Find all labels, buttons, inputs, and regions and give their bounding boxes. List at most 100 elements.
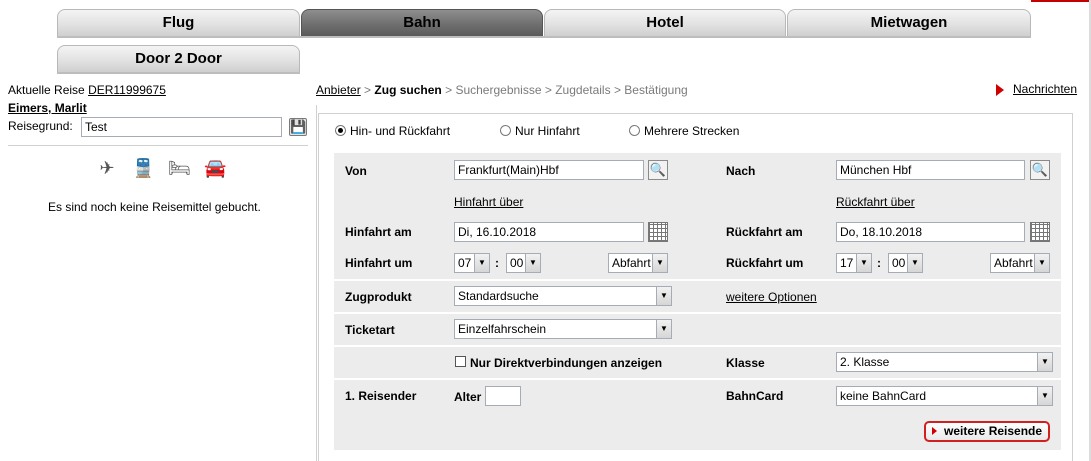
breadcrumb-separator: > bbox=[613, 83, 621, 97]
outbound-hour-select[interactable]: 07 ▼ bbox=[454, 253, 490, 273]
return-time-label: Rückfahrt um bbox=[726, 256, 804, 270]
return-minute-value: 00 bbox=[892, 256, 906, 270]
radio-multi-label: Mehrere Strecken bbox=[644, 124, 740, 138]
chevron-down-icon[interactable]: ▼ bbox=[1037, 353, 1052, 371]
chevron-down-icon[interactable]: ▼ bbox=[656, 320, 671, 338]
chevron-down-icon[interactable]: ▼ bbox=[652, 254, 667, 272]
return-calendar-icon[interactable] bbox=[1030, 222, 1050, 242]
bahncard-label: BahnCard bbox=[726, 389, 784, 403]
more-travelers-button[interactable]: weitere Reisende bbox=[924, 421, 1050, 442]
ticket-select[interactable]: Einzelfahrschein ▼ bbox=[454, 319, 672, 339]
breadcrumb-anbieter[interactable]: Anbieter bbox=[316, 83, 361, 97]
outbound-minute-select[interactable]: 00 ▼ bbox=[506, 253, 541, 273]
tab-flug[interactable]: Flug bbox=[57, 9, 300, 36]
product-section bbox=[334, 281, 1061, 312]
trip-type-multi[interactable]: Mehrere Strecken bbox=[629, 124, 739, 138]
current-trip-id-link[interactable]: DER11999675 bbox=[88, 83, 166, 97]
radio-roundtrip-label: Hin- und Rückfahrt bbox=[350, 124, 451, 138]
top-accent-line bbox=[1031, 0, 1091, 2]
radio-roundtrip[interactable] bbox=[335, 125, 346, 136]
save-icon[interactable]: 💾 bbox=[289, 118, 307, 136]
to-label: Nach bbox=[726, 164, 756, 178]
current-trip-label: Aktuelle Reise bbox=[8, 83, 85, 97]
reason-input[interactable]: Test bbox=[81, 117, 282, 137]
more-options-link[interactable]: weitere Optionen bbox=[726, 290, 817, 304]
breadcrumb: Anbieter > Zug suchen > Suchergebnisse >… bbox=[316, 83, 688, 97]
product-select[interactable]: Standardsuche ▼ bbox=[454, 286, 672, 306]
product-label: Zugprodukt bbox=[345, 290, 412, 304]
breadcrumb-separator: > bbox=[445, 83, 453, 97]
breadcrumb-zug-suchen: Zug suchen bbox=[374, 83, 442, 97]
tab-mietwagen[interactable]: Mietwagen bbox=[787, 9, 1031, 36]
bahncard-select[interactable]: keine BahnCard ▼ bbox=[836, 386, 1053, 406]
radio-oneway[interactable] bbox=[500, 125, 511, 136]
trip-type-oneway[interactable]: Nur Hinfahrt bbox=[500, 124, 580, 138]
via-return-link[interactable]: Rückfahrt über bbox=[836, 195, 915, 209]
class-select[interactable]: 2. Klasse ▼ bbox=[836, 352, 1053, 372]
chevron-down-icon[interactable]: ▼ bbox=[525, 254, 540, 272]
tab-bar-underline bbox=[57, 36, 1031, 38]
no-bookings-text: Es sind noch keine Reisemittel gebucht. bbox=[48, 200, 261, 214]
from-label: Von bbox=[345, 164, 367, 178]
car-icon[interactable]: 🚘 bbox=[204, 158, 226, 179]
hotel-bed-icon[interactable]: 🛏 bbox=[168, 158, 191, 179]
travel-type-icons: ✈ 🚆 🛏 🚘 bbox=[96, 158, 226, 179]
tab-bar-underline-2 bbox=[57, 72, 300, 74]
product-value: Standardsuche bbox=[458, 289, 539, 303]
outbound-date-input[interactable]: Di, 16.10.2018 bbox=[454, 222, 644, 242]
messages[interactable]: Nachrichten bbox=[996, 82, 1077, 96]
vertical-divider bbox=[316, 105, 317, 461]
traveler-label: 1. Reisender bbox=[345, 389, 417, 403]
return-date-label: Rückfahrt am bbox=[726, 225, 803, 239]
time-colon: : bbox=[495, 256, 499, 270]
more-travelers-label: weitere Reisende bbox=[944, 424, 1043, 438]
return-date-input[interactable]: Do, 18.10.2018 bbox=[836, 222, 1025, 242]
train-icon[interactable]: 🚆 bbox=[132, 158, 154, 179]
ticket-section bbox=[334, 314, 1061, 345]
trip-type-roundtrip[interactable]: Hin- und Rückfahrt bbox=[335, 124, 450, 138]
current-trip: Aktuelle Reise DER11999675 bbox=[8, 83, 166, 97]
tab-door-2-door[interactable]: Door 2 Door bbox=[57, 45, 300, 72]
return-mode-select[interactable]: Abfahrt ▼ bbox=[990, 253, 1050, 273]
chevron-down-icon[interactable]: ▼ bbox=[907, 254, 922, 272]
age-input[interactable] bbox=[485, 386, 521, 406]
outbound-mode-select[interactable]: Abfahrt ▼ bbox=[608, 253, 668, 273]
ticket-value: Einzelfahrschein bbox=[458, 322, 547, 336]
return-minute-select[interactable]: 00 ▼ bbox=[888, 253, 923, 273]
outbound-hour-value: 07 bbox=[458, 256, 472, 270]
outbound-time-label: Hinfahrt um bbox=[345, 256, 413, 270]
tab-bahn[interactable]: Bahn bbox=[301, 9, 543, 36]
return-hour-value: 17 bbox=[840, 256, 854, 270]
ticket-label: Ticketart bbox=[345, 323, 395, 337]
return-hour-select[interactable]: 17 ▼ bbox=[836, 253, 872, 273]
chevron-down-icon[interactable]: ▼ bbox=[856, 254, 871, 272]
class-value: 2. Klasse bbox=[840, 355, 890, 369]
breadcrumb-bestaetigung: Bestätigung bbox=[624, 83, 688, 97]
from-search-icon[interactable]: 🔍 bbox=[648, 160, 668, 180]
radio-oneway-label: Nur Hinfahrt bbox=[515, 124, 580, 138]
chevron-down-icon[interactable]: ▼ bbox=[656, 287, 671, 305]
arrow-right-icon bbox=[996, 83, 1004, 96]
direct-only-checkbox[interactable] bbox=[455, 356, 466, 367]
airplane-icon[interactable]: ✈ bbox=[96, 158, 118, 179]
class-label: Klasse bbox=[726, 356, 765, 370]
to-input[interactable]: München Hbf bbox=[836, 160, 1025, 180]
arrow-right-icon bbox=[932, 427, 937, 435]
messages-link[interactable]: Nachrichten bbox=[1013, 82, 1077, 96]
to-search-icon[interactable]: 🔍 bbox=[1030, 160, 1050, 180]
breadcrumb-suchergebnisse: Suchergebnisse bbox=[455, 83, 542, 97]
radio-multi[interactable] bbox=[629, 125, 640, 136]
tab-hotel[interactable]: Hotel bbox=[544, 9, 786, 36]
chevron-down-icon[interactable]: ▼ bbox=[474, 254, 489, 272]
chevron-down-icon[interactable]: ▼ bbox=[1034, 254, 1049, 272]
via-outbound-link[interactable]: Hinfahrt über bbox=[454, 195, 523, 209]
breadcrumb-separator: > bbox=[544, 83, 552, 97]
traveler-name-link[interactable]: Eimers, Marlit bbox=[8, 101, 87, 115]
outbound-minute-value: 00 bbox=[510, 256, 524, 270]
chevron-down-icon[interactable]: ▼ bbox=[1037, 387, 1052, 405]
return-mode-value: Abfahrt bbox=[994, 256, 1033, 270]
outbound-calendar-icon[interactable] bbox=[648, 222, 668, 242]
breadcrumb-zugdetails: Zugdetails bbox=[555, 83, 611, 97]
outbound-date-label: Hinfahrt am bbox=[345, 225, 412, 239]
from-input[interactable]: Frankfurt(Main)Hbf bbox=[454, 160, 644, 180]
